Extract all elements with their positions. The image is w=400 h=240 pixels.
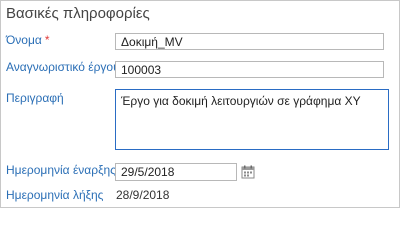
calendar-icon[interactable]	[241, 165, 255, 179]
section-title: Βασικές πληροφορίες	[6, 5, 150, 22]
start-date-label-text: Ημερομηνία έναρξης	[6, 163, 116, 177]
name-label-text: Όνομα	[6, 33, 42, 47]
end-date-value: 28/9/2018	[116, 188, 170, 202]
name-label: Όνομα *	[6, 33, 50, 47]
description-textarea[interactable]: Έργο για δοκιμή λειτουργιών σε γράφημα Χ…	[115, 89, 389, 150]
project-id-label: Αναγνωριστικό έργου	[6, 60, 120, 74]
start-date-input[interactable]	[115, 163, 237, 181]
project-id-input[interactable]	[115, 61, 384, 78]
basic-info-panel: Βασικές πληροφορίες Όνομα* Αναγνωριστικό…	[0, 0, 400, 208]
name-input[interactable]	[115, 33, 384, 50]
name-required-mark: *	[44, 33, 50, 47]
end-date-label: Ημερομηνία λήξης	[6, 188, 104, 202]
description-label: Περιγραφή	[6, 91, 64, 105]
start-date-label: Ημερομηνία έναρξης*	[6, 163, 124, 177]
